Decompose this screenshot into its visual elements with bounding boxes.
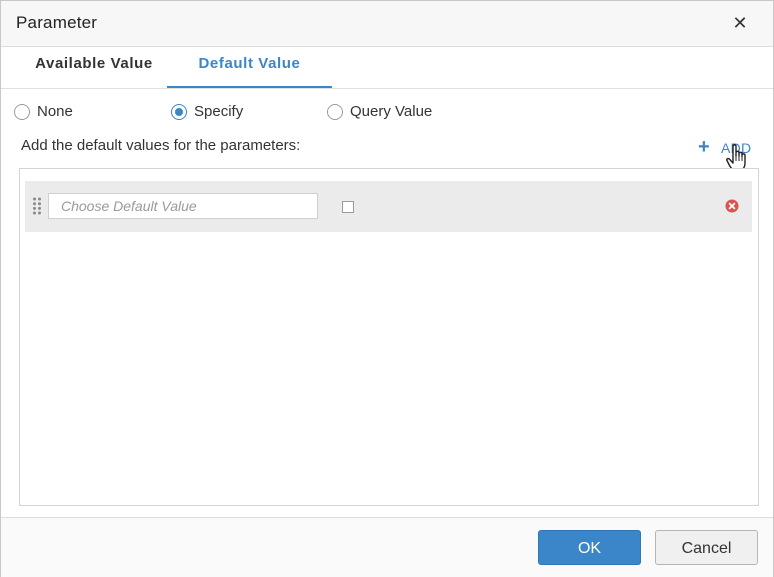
tab-default-value[interactable]: Default Value (167, 47, 332, 88)
radio-query-value[interactable]: Query Value (327, 102, 447, 122)
radio-label: Specify (194, 103, 244, 120)
default-value-row (25, 181, 752, 232)
default-values-list (19, 168, 759, 506)
plus-icon: + (698, 136, 710, 158)
dialog-title: Parameter (16, 13, 98, 32)
radio-circle-selected[interactable] (171, 104, 187, 120)
radio-label: Query Value (350, 103, 433, 120)
ok-button[interactable]: OK (538, 530, 641, 565)
dialog-header: Parameter ✕ (1, 1, 773, 47)
radio-circle[interactable] (14, 104, 30, 120)
null-checkbox[interactable] (342, 201, 354, 213)
radio-specify[interactable]: Specify (171, 102, 261, 122)
instruction-text: Add the default values for the parameter… (21, 137, 301, 154)
radio-label: None (37, 103, 73, 120)
default-value-input[interactable] (48, 193, 318, 219)
tab-available-value[interactable]: Available Value (3, 47, 185, 88)
radio-none[interactable]: None (14, 102, 84, 122)
tab-bar: Available Value Default Value (1, 47, 773, 89)
parameter-dialog: Parameter ✕ Available Value Default Valu… (0, 0, 774, 577)
dialog-footer: OK Cancel (1, 517, 773, 577)
cancel-button[interactable]: Cancel (655, 530, 758, 565)
drag-handle-icon[interactable] (32, 197, 42, 215)
radio-circle[interactable] (327, 104, 343, 120)
close-icon[interactable]: ✕ (729, 12, 751, 34)
remove-icon[interactable] (725, 199, 739, 213)
